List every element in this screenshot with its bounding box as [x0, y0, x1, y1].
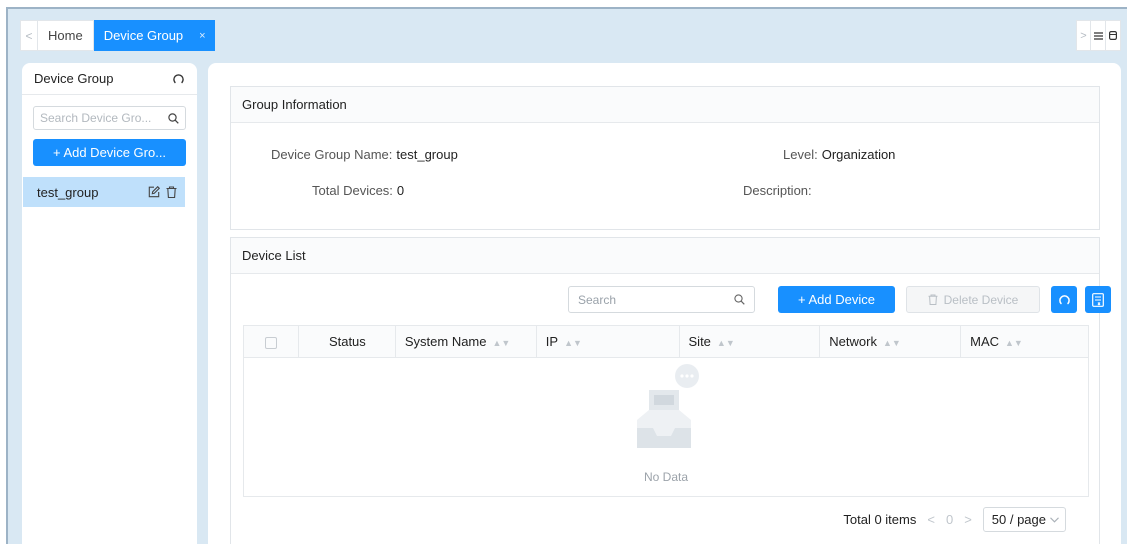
level-value: Organization [821, 147, 896, 162]
sort-icon[interactable]: ▲▼ [564, 338, 582, 348]
main-content: Group Information Device Group Name: tes… [208, 63, 1121, 544]
empty-state: No Data [244, 358, 1088, 496]
sort-icon[interactable]: ▲▼ [1005, 338, 1023, 348]
column-ip-label: IP [545, 334, 559, 349]
group-name-label: Device Group Name: [271, 147, 393, 162]
level-row: Level: Organization [783, 147, 895, 162]
menu-icon [1093, 31, 1103, 40]
delete-device-button[interactable]: Delete Device [906, 286, 1040, 313]
tab-close-all-button[interactable] [1106, 20, 1121, 51]
search-icon[interactable] [734, 294, 745, 305]
tab-home[interactable]: Home [38, 20, 94, 51]
sort-icon[interactable]: ▲▼ [717, 338, 735, 348]
tab-scroll-left-button[interactable]: < [20, 20, 38, 51]
column-network[interactable]: Network ▲▼ [819, 325, 962, 358]
group-search-placeholder: Search Device Gro... [40, 111, 152, 125]
group-name: test_group [37, 184, 99, 200]
edit-icon[interactable] [148, 186, 160, 198]
tab-device-group-label: Device Group [103, 28, 184, 43]
group-list-item[interactable]: test_group [23, 177, 185, 207]
refresh-list-button[interactable] [1051, 286, 1077, 313]
group-name-value: test_group [396, 147, 458, 162]
description-label: Description: [743, 183, 812, 198]
sidebar-header: Device Group [22, 63, 197, 95]
total-devices-label: Total Devices: [312, 183, 393, 198]
device-search-input[interactable]: Search [568, 286, 755, 313]
empty-text: No Data [643, 470, 689, 484]
group-information-title: Group Information [231, 87, 1099, 123]
tab-device-group[interactable]: Device Group × [93, 20, 215, 51]
add-device-group-label: + Add Device Gro... [52, 145, 167, 160]
total-devices-row: Total Devices: 0 [312, 183, 404, 198]
group-information-card: Group Information Device Group Name: tes… [230, 86, 1100, 230]
total-devices-value: 0 [396, 183, 405, 198]
prev-page-button[interactable]: < [927, 512, 935, 527]
pagination: Total 0 items < 0 > 50 / page [843, 507, 1066, 532]
table-header-row: Status System Name ▲▼ IP ▲▼ Site ▲▼ Network… [243, 325, 1089, 358]
trash-icon [928, 294, 938, 305]
group-actions [148, 186, 177, 198]
delete-icon[interactable] [166, 186, 177, 198]
close-icon[interactable]: × [199, 30, 205, 42]
group-name-row: Device Group Name: test_group [271, 147, 458, 162]
column-ip[interactable]: IP ▲▼ [536, 325, 680, 358]
export-icon [1092, 292, 1104, 307]
device-search-placeholder: Search [578, 292, 617, 307]
tab-scroll-right-button[interactable]: > [1076, 20, 1091, 51]
column-site-label: Site [688, 334, 711, 349]
tab-bar-controls: > [1076, 20, 1121, 51]
group-search-input[interactable]: Search Device Gro... [33, 106, 186, 130]
sort-icon[interactable]: ▲▼ [493, 338, 511, 348]
page-size-value: 50 / page [991, 512, 1046, 527]
empty-row: No Data [244, 358, 1089, 497]
page-size-select[interactable]: 50 / page [982, 507, 1066, 532]
column-status: Status [298, 325, 396, 358]
empty-cell: No Data [244, 358, 1089, 497]
add-device-label: + Add Device [798, 292, 875, 307]
column-status-label: Status [328, 334, 366, 349]
tab-menu-button[interactable] [1091, 20, 1106, 51]
select-all-checkbox[interactable] [265, 336, 277, 349]
column-system-name-label: System Name [404, 334, 487, 349]
device-table: Status System Name ▲▼ IP ▲▼ Site ▲▼ Network… [243, 325, 1089, 497]
column-network-label: Network [829, 334, 877, 349]
sidebar-title: Device Group [34, 71, 114, 86]
tab-bar: < Home Device Group × [20, 20, 215, 51]
level-label: Level: [783, 147, 818, 162]
select-all-cell [243, 325, 299, 358]
total-items: Total 0 items [843, 512, 917, 527]
column-mac-label: MAC [970, 334, 1000, 349]
square-icon [1109, 31, 1117, 40]
tab-home-label: Home [48, 28, 83, 43]
current-page[interactable]: 0 [946, 512, 953, 527]
device-list-title: Device List [231, 238, 1099, 274]
column-system-name[interactable]: System Name ▲▼ [395, 325, 537, 358]
add-device-button[interactable]: + Add Device [778, 286, 895, 313]
device-group-sidebar: Device Group Search Device Gro... + Add … [22, 63, 197, 544]
column-mac[interactable]: MAC ▲▼ [960, 325, 1089, 358]
description-row: Description: [743, 183, 816, 198]
chevron-down-icon [1050, 516, 1059, 523]
add-device-group-button[interactable]: + Add Device Gro... [33, 139, 186, 166]
sort-icon[interactable]: ▲▼ [883, 338, 901, 348]
export-button[interactable] [1085, 286, 1111, 313]
refresh-icon [1058, 295, 1070, 305]
device-list-card: Device List Search + Add Device Delete D… [230, 237, 1111, 544]
delete-device-label: Delete Device [943, 292, 1019, 307]
refresh-icon[interactable] [172, 72, 185, 85]
search-icon[interactable] [168, 112, 179, 124]
empty-inbox-icon [637, 364, 699, 448]
column-site[interactable]: Site ▲▼ [679, 325, 821, 358]
next-page-button[interactable]: > [964, 512, 972, 527]
